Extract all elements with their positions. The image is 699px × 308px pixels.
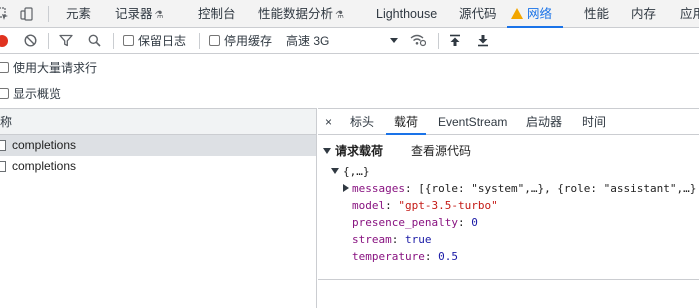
throttling-select[interactable]: 高速 3G: [286, 28, 402, 54]
warning-icon: [511, 8, 523, 19]
toolbar-separator: [48, 33, 49, 49]
tab-memory[interactable]: 内存: [631, 0, 656, 28]
checkbox-box[interactable]: [0, 88, 9, 99]
throttling-value: 高速 3G: [286, 34, 330, 48]
payload-key: temperature: [352, 250, 425, 263]
payload-key: messages: [352, 182, 405, 195]
tab-network[interactable]: 网络: [511, 0, 552, 28]
tab-headers[interactable]: 标头: [350, 109, 374, 135]
payload-value: true: [405, 233, 432, 246]
tab-performance-insights[interactable]: 性能数据分析 ⚗: [258, 0, 344, 28]
expand-triangle-icon: [323, 148, 331, 154]
payload-panel: 请求载荷 查看源代码 {,…} messages: [{role: "syste…: [318, 135, 699, 280]
toolbar-separator: [199, 33, 200, 49]
preserve-log-checkbox[interactable]: 保留日志: [123, 28, 186, 54]
show-overview-option[interactable]: 显示概览: [0, 81, 699, 108]
payload-line-model: model: "gpt-3.5-turbo": [352, 199, 498, 212]
name-column-label: 名称: [0, 115, 13, 129]
disable-cache-label: 停用缓存: [224, 34, 273, 48]
tab-network-label: 网络: [527, 7, 553, 21]
payload-value: "gpt-3.5-turbo": [398, 199, 498, 212]
flask-icon: ⚗: [154, 10, 164, 21]
import-har-icon[interactable]: [449, 28, 461, 54]
payload-line-messages[interactable]: messages: [{role: "system",…}, {role: "a…: [343, 182, 696, 195]
request-name: completions: [12, 159, 77, 173]
tab-eventstream[interactable]: EventStream: [438, 109, 507, 135]
checkbox-box[interactable]: [209, 35, 220, 46]
big-request-rows-option[interactable]: 使用大量请求行: [0, 55, 699, 82]
clear-icon[interactable]: [24, 28, 37, 54]
export-har-icon[interactable]: [477, 28, 489, 54]
tab-recorder-label: 记录器: [115, 7, 153, 21]
tab-payload[interactable]: 载荷: [394, 109, 418, 135]
payload-value: 0: [471, 216, 478, 229]
payload-value: 0.5: [438, 250, 458, 263]
request-payload-title: 请求载荷: [335, 144, 384, 158]
request-detail-pane: × 标头 载荷 EventStream 启动器 时间 请求载荷 查看源代码 {,…: [318, 108, 699, 308]
disable-cache-checkbox[interactable]: 停用缓存: [209, 28, 272, 54]
request-name: completions: [12, 138, 77, 152]
tab-separator: [48, 6, 49, 22]
request-list: 名称 completions completions: [0, 108, 317, 308]
request-payload-section-toggle[interactable]: 请求载荷: [323, 142, 383, 159]
tab-elements[interactable]: 元素: [66, 0, 91, 28]
checkbox-box[interactable]: [0, 62, 9, 73]
devtools-tab-bar: 元素 记录器 ⚗ 控制台 性能数据分析 ⚗ Lighthouse 源代码 网络 性能…: [0, 0, 699, 28]
tab-performance[interactable]: 性能: [584, 0, 609, 28]
preserve-log-label: 保留日志: [138, 34, 187, 48]
payload-key: presence_penalty: [352, 216, 458, 229]
payload-root: {,…}: [343, 165, 370, 178]
payload-root-toggle[interactable]: {,…}: [331, 165, 370, 178]
big-request-rows-label: 使用大量请求行: [13, 61, 98, 75]
detail-tab-bar: × 标头 载荷 EventStream 启动器 时间: [318, 109, 699, 135]
inspect-element-icon[interactable]: [0, 0, 9, 28]
name-column-header[interactable]: 名称: [0, 109, 316, 135]
show-overview-label: 显示概览: [13, 87, 62, 101]
toolbar-separator: [438, 33, 439, 49]
request-row[interactable]: completions: [0, 156, 316, 177]
flask-icon: ⚗: [335, 10, 344, 21]
tab-initiator[interactable]: 启动器: [526, 109, 562, 135]
search-icon[interactable]: [88, 28, 101, 54]
payload-value: [{role: "system",…}, {role: "assistant",…: [418, 182, 697, 195]
tab-timing[interactable]: 时间: [582, 109, 606, 135]
network-conditions-icon[interactable]: [410, 28, 427, 54]
device-toolbar-icon[interactable]: [20, 0, 34, 28]
close-icon[interactable]: ×: [325, 109, 332, 135]
tab-recorder[interactable]: 记录器 ⚗: [115, 0, 163, 28]
tab-sources[interactable]: 源代码: [459, 0, 497, 28]
view-source-link[interactable]: 查看源代码: [411, 142, 471, 159]
checkbox-box[interactable]: [123, 35, 134, 46]
tab-lighthouse[interactable]: Lighthouse: [376, 0, 437, 28]
expand-triangle-icon: [331, 168, 339, 174]
toolbar-separator: [113, 33, 114, 49]
tab-application[interactable]: 应用: [680, 0, 699, 28]
request-row[interactable]: completions: [0, 135, 316, 156]
filter-icon[interactable]: [59, 28, 73, 54]
chevron-down-icon: [390, 38, 398, 43]
tab-console[interactable]: 控制台: [198, 0, 236, 28]
tab-performance-insights-label: 性能数据分析: [258, 7, 334, 21]
document-icon: [0, 161, 6, 172]
payload-line-temperature: temperature: 0.5: [352, 250, 458, 263]
payload-line-stream: stream: true: [352, 233, 432, 246]
record-icon[interactable]: [0, 35, 8, 47]
collapsed-triangle-icon: [343, 184, 349, 192]
payload-key: model: [352, 199, 386, 212]
network-toolbar: 保留日志 停用缓存 高速 3G: [0, 28, 699, 54]
payload-key: stream: [352, 233, 392, 246]
payload-line-presence-penalty: presence_penalty: 0: [352, 216, 478, 229]
document-icon: [0, 140, 6, 151]
